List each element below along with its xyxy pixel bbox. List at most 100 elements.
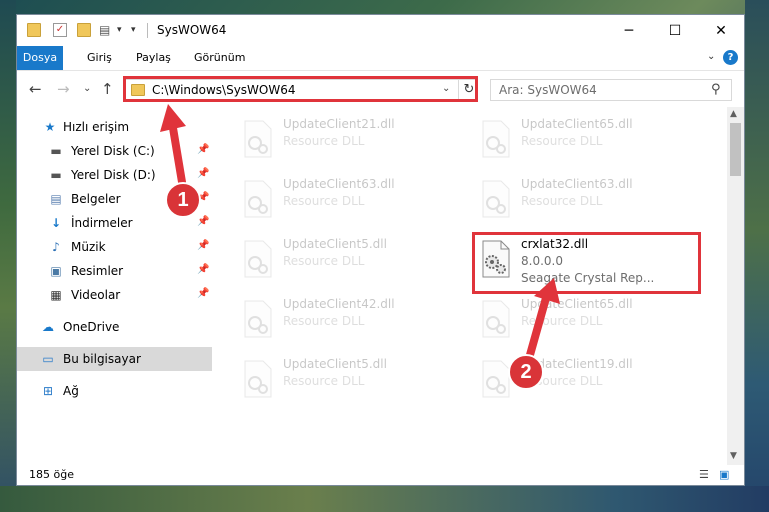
dll-file-icon — [244, 180, 272, 218]
maximize-button[interactable]: ☐ — [652, 15, 698, 46]
file-item[interactable]: UpdateClient65.dll Resource DLL — [469, 113, 701, 165]
sidebar-item-this-pc[interactable]: ▭ Bu bilgisayar — [17, 347, 212, 371]
file-item[interactable]: UpdateClient5.dll Resource DLL — [231, 353, 463, 405]
desktop-background-right — [745, 0, 769, 512]
file-description: Resource DLL — [283, 194, 365, 208]
dll-file-icon — [482, 120, 510, 158]
sidebar-item-label: OneDrive — [63, 320, 120, 334]
file-name: UpdateClient21.dll — [283, 117, 395, 131]
scroll-down-icon[interactable]: ▼ — [730, 451, 737, 461]
file-description: Resource DLL — [283, 374, 365, 388]
sidebar-item-label: Yerel Disk (C:) — [71, 144, 155, 158]
tab-share[interactable]: Paylaş — [136, 46, 171, 70]
sidebar-item-music[interactable]: ♪ Müzik 📌 — [17, 235, 212, 259]
title-separator — [147, 23, 148, 38]
dll-file-icon — [482, 180, 510, 218]
sidebar-item-local-disk-c[interactable]: ▬ Yerel Disk (C:) 📌 — [17, 139, 212, 163]
tab-file[interactable]: Dosya — [17, 46, 63, 70]
tab-home[interactable]: Giriş — [87, 46, 112, 70]
new-folder-icon[interactable] — [77, 23, 91, 37]
chevron-down-icon[interactable]: ▾ — [131, 23, 145, 37]
file-description: Resource DLL — [521, 314, 603, 328]
vertical-scrollbar[interactable]: ▲ ▼ — [727, 107, 744, 465]
file-description: Resource DLL — [521, 134, 603, 148]
details-view-icon[interactable]: ☰ — [699, 468, 709, 481]
pictures-icon: ▣ — [50, 264, 62, 278]
dll-file-icon — [244, 300, 272, 338]
videos-icon: ▦ — [50, 288, 62, 302]
sidebar-item-network[interactable]: ⊞ Ağ — [17, 379, 212, 403]
file-name: UpdateClient63.dll — [283, 177, 395, 191]
pin-icon[interactable]: 📌 — [197, 144, 209, 155]
downloads-icon: ↓ — [50, 216, 62, 230]
pin-icon[interactable]: 📌 — [197, 264, 209, 275]
file-name: UpdateClient63.dll — [521, 177, 633, 191]
tab-view[interactable]: Görünüm — [194, 46, 245, 70]
forward-button[interactable]: → — [57, 80, 70, 98]
sidebar-item-quick-access[interactable]: ★ Hızlı erişim — [17, 115, 212, 139]
status-bar: 185 öğe ☰ ▣ — [17, 465, 744, 485]
sidebar-item-label: Hızlı erişim — [63, 120, 130, 134]
drive-icon: ▬ — [50, 168, 62, 182]
desktop-background-left — [0, 0, 16, 512]
file-item[interactable]: UpdateClient63.dll Resource DLL — [469, 173, 701, 225]
sidebar-item-label: İndirmeler — [71, 216, 133, 230]
desktop-background-bottom — [0, 486, 769, 512]
pin-icon[interactable]: 📌 — [197, 216, 209, 227]
file-item[interactable]: UpdateClient19.dll Resource DLL — [469, 353, 701, 405]
search-box[interactable]: Ara: SysWOW64 ⚲ — [490, 79, 732, 101]
dll-file-icon — [244, 120, 272, 158]
file-description: Resource DLL — [283, 314, 365, 328]
sidebar-item-label: Yerel Disk (D:) — [71, 168, 156, 182]
scrollbar-thumb[interactable] — [730, 123, 741, 176]
minimize-button[interactable]: ─ — [606, 15, 652, 46]
file-item[interactable]: UpdateClient65.dll Resource DLL — [469, 293, 701, 345]
pin-icon[interactable]: 📌 — [197, 240, 209, 251]
pin-icon[interactable]: 📌 — [197, 168, 209, 179]
file-highlight-box — [472, 232, 701, 294]
dll-file-icon — [244, 240, 272, 278]
sidebar-item-label: Belgeler — [71, 192, 121, 206]
recent-locations-button[interactable]: ⌄ — [83, 83, 91, 94]
file-name: UpdateClient42.dll — [283, 297, 395, 311]
window-title: SysWOW64 — [157, 23, 227, 37]
close-button[interactable]: ✕ — [698, 15, 744, 46]
file-item[interactable]: UpdateClient42.dll Resource DLL — [231, 293, 463, 345]
callout-1: 1 — [165, 182, 201, 218]
ribbon-tabs: Dosya Giriş Paylaş Görünüm ⌄ ? — [17, 46, 744, 71]
back-button[interactable]: ← — [29, 80, 42, 98]
sidebar-item-pictures[interactable]: ▣ Resimler 📌 — [17, 259, 212, 283]
folder-icon — [27, 23, 41, 37]
dll-file-icon — [482, 300, 510, 338]
file-item[interactable]: UpdateClient5.dll Resource DLL — [231, 233, 463, 285]
sidebar-item-onedrive[interactable]: ☁ OneDrive — [17, 315, 212, 339]
search-placeholder[interactable]: Ara: SysWOW64 — [499, 83, 597, 97]
sidebar-item-label: Resimler — [71, 264, 124, 278]
up-button[interactable]: ↑ — [101, 80, 114, 98]
documents-icon: ▤ — [50, 192, 62, 206]
file-name: UpdateClient65.dll — [521, 117, 633, 131]
file-description: Resource DLL — [521, 194, 603, 208]
large-icons-view-icon[interactable]: ▣ — [719, 468, 729, 481]
sidebar-item-label: Ağ — [63, 384, 79, 398]
dropdown-arrow-icon[interactable]: ▾ — [117, 23, 131, 37]
sidebar-item-videos[interactable]: ▦ Videolar 📌 — [17, 283, 212, 307]
file-item[interactable]: UpdateClient21.dll Resource DLL — [231, 113, 463, 165]
pin-icon[interactable]: 📌 — [197, 288, 209, 299]
scroll-up-icon[interactable]: ▲ — [730, 109, 737, 119]
star-icon: ★ — [44, 120, 56, 134]
callout-2: 2 — [508, 354, 544, 390]
file-item[interactable]: UpdateClient63.dll Resource DLL — [231, 173, 463, 225]
navigation-pane: ★ Hızlı erişim ▬ Yerel Disk (C:) 📌 ▬ Yer… — [17, 107, 212, 465]
expand-ribbon-icon[interactable]: ⌄ — [707, 51, 715, 62]
sidebar-item-label: Videolar — [71, 288, 121, 302]
sidebar-item-label: Bu bilgisayar — [63, 352, 141, 366]
address-highlight-box — [123, 76, 478, 102]
help-icon[interactable]: ? — [723, 50, 738, 65]
file-description: Resource DLL — [283, 134, 365, 148]
sidebar-item-label: Müzik — [71, 240, 106, 254]
search-icon[interactable]: ⚲ — [711, 82, 721, 97]
properties-icon[interactable]: ✓ — [53, 23, 67, 37]
title-bar: ✓ ▤ ▾ ▾ SysWOW64 ─ ☐ ✕ — [17, 15, 744, 46]
customize-quick-access-icon[interactable]: ▤ — [99, 23, 113, 37]
